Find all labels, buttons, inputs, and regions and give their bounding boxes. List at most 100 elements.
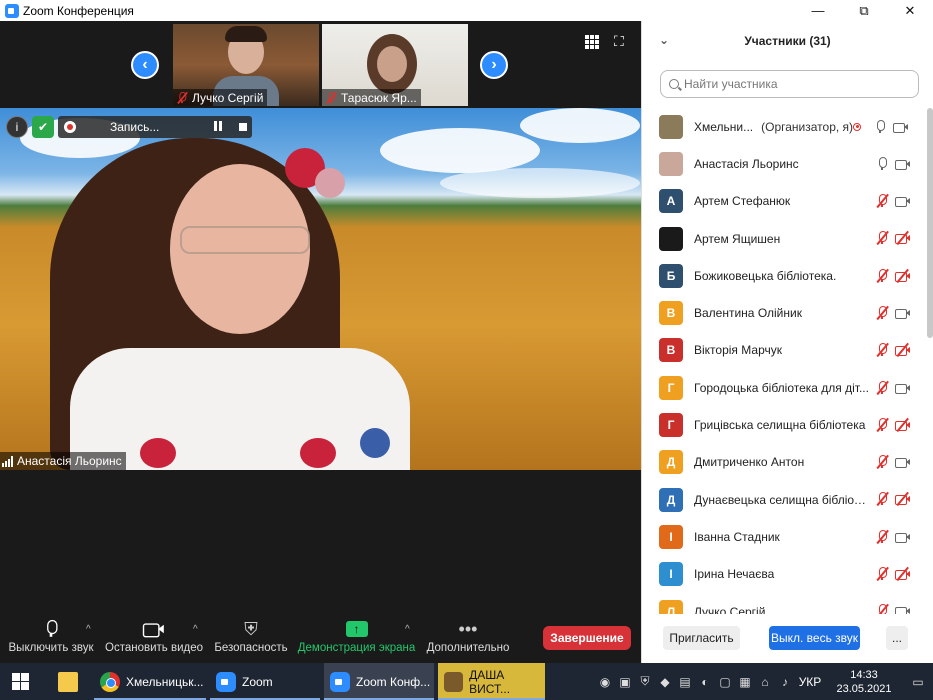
tray-app-icon[interactable]: ▢ — [715, 663, 735, 700]
video-camera-icon[interactable] — [893, 121, 909, 133]
minimize-button[interactable]: — — [795, 0, 841, 21]
thumbnail-strip: ‹ Лучко Сергій Тарасюк Яр... › ⛶ — [0, 21, 641, 108]
taskbar-item-photo[interactable]: ДАША ВИСТ... — [438, 663, 545, 700]
video-off-icon[interactable] — [895, 566, 911, 581]
gallery-view-icon[interactable] — [585, 35, 599, 49]
avatar — [659, 151, 683, 176]
file-explorer-button[interactable] — [52, 663, 84, 700]
participant-row[interactable]: І Іванна Стадник — [642, 518, 927, 555]
video-camera-icon[interactable] — [895, 307, 911, 319]
participant-row[interactable]: Б Божиковецька бібліотека. — [642, 257, 927, 294]
video-camera-icon[interactable] — [895, 158, 911, 170]
search-placeholder: Найти участника — [684, 77, 778, 91]
input-language[interactable]: УКР — [795, 675, 825, 689]
video-off-icon[interactable] — [895, 268, 911, 283]
tray-app-icon[interactable]: ▣ — [615, 663, 635, 700]
mic-muted-icon[interactable] — [875, 417, 889, 432]
participants-more-button[interactable]: ... — [886, 626, 908, 650]
tray-app-icon[interactable]: ◐ — [695, 663, 715, 700]
participant-row[interactable]: Л Лучко Сергій — [642, 593, 927, 614]
participant-row[interactable]: Хмельни... (Организатор, я) — [642, 108, 927, 145]
participant-row[interactable]: Артем Ящишен — [642, 220, 927, 257]
security-shield-icon[interactable]: ✔ — [32, 116, 54, 138]
video-camera-icon[interactable] — [895, 531, 911, 543]
end-meeting-button[interactable]: Завершение — [543, 626, 631, 650]
pause-recording-icon[interactable] — [214, 121, 222, 131]
participant-row[interactable]: Г Городоцька бібліотека для діт... — [642, 369, 927, 406]
avatar: Б — [659, 263, 683, 288]
audio-options-caret-icon[interactable]: ^ — [86, 624, 91, 635]
participant-thumbnail[interactable]: Тарасюк Яр... — [322, 24, 468, 106]
video-options-caret-icon[interactable]: ^ — [193, 624, 198, 635]
mic-muted-icon[interactable] — [875, 343, 889, 358]
tray-app-icon[interactable]: ◆ — [655, 663, 675, 700]
taskbar-item-zoom[interactable]: Zoom — [210, 663, 320, 700]
mic-muted-icon[interactable] — [875, 566, 889, 581]
participant-name-text: Городоцька бібліотека для діт... — [694, 380, 869, 395]
participant-row[interactable]: Г Грицівська селищна бібліотека — [642, 406, 927, 443]
fullscreen-icon[interactable]: ⛶ — [614, 34, 629, 49]
tray-app-icon[interactable]: ◉ — [595, 663, 615, 700]
notifications-icon[interactable]: ▭ — [903, 663, 933, 700]
share-label: Демонстрация экрана — [297, 642, 416, 654]
video-off-icon[interactable] — [895, 231, 911, 246]
participant-search-input[interactable]: Найти участника — [660, 70, 919, 98]
share-screen-button[interactable]: ↑ Демонстрация экрана — [297, 616, 416, 663]
next-page-button[interactable]: › — [480, 51, 508, 79]
mic-muted-icon[interactable] — [875, 492, 889, 507]
video-off-icon[interactable] — [895, 417, 911, 432]
windows-start-icon[interactable] — [0, 663, 40, 700]
video-off-icon[interactable] — [895, 492, 911, 507]
collapse-chevron-icon[interactable]: ⌄ — [659, 33, 669, 47]
participant-list-scrollbar[interactable] — [927, 108, 933, 338]
mute-button[interactable]: Выключить звук — [8, 616, 94, 663]
video-off-icon[interactable] — [895, 343, 911, 358]
mic-muted-icon[interactable] — [875, 305, 889, 320]
mic-muted-icon[interactable] — [875, 231, 889, 246]
participant-name-text: Вікторія Марчук — [694, 343, 782, 358]
stop-video-button[interactable]: Остановить видео — [105, 616, 203, 663]
stop-recording-icon[interactable] — [239, 123, 247, 131]
tray-shield-icon[interactable]: ⛨ — [635, 663, 655, 700]
recording-icon — [853, 122, 861, 131]
prev-page-button[interactable]: ‹ — [131, 51, 159, 79]
participant-name-text: Дмитриченко Антон — [694, 455, 805, 470]
tray-app-icon[interactable]: ▦ — [735, 663, 755, 700]
microphone-icon[interactable] — [875, 156, 889, 171]
tray-app-icon[interactable]: ▤ — [675, 663, 695, 700]
more-button[interactable]: ••• Дополнительно — [425, 616, 511, 663]
participant-row[interactable]: Д Дмитриченко Антон — [642, 444, 927, 481]
video-camera-icon[interactable] — [895, 605, 911, 614]
meeting-toolbar: Выключить звук ^ Остановить видео ^ ⛨ Бе… — [0, 616, 641, 663]
participant-row[interactable]: І Ірина Нечаєва — [642, 556, 927, 593]
network-icon[interactable]: ⌂ — [755, 663, 775, 700]
participant-row[interactable]: Анастасія Льоринс — [642, 145, 927, 182]
share-options-caret-icon[interactable]: ^ — [405, 624, 410, 635]
mic-muted-icon[interactable] — [875, 268, 889, 283]
mic-muted-icon[interactable] — [875, 193, 889, 208]
taskbar-item-chrome[interactable]: Хмельницьк... — [94, 663, 206, 700]
clock[interactable]: 14:33 23.05.2021 — [825, 668, 903, 696]
participant-thumbnail[interactable]: Лучко Сергій — [173, 24, 319, 106]
video-camera-icon[interactable] — [895, 382, 911, 394]
participant-row[interactable]: А Артем Стефанюк — [642, 183, 927, 220]
mic-muted-icon[interactable] — [875, 529, 889, 544]
security-button[interactable]: ⛨ Безопасность — [214, 616, 288, 663]
maximize-button[interactable]: ⧉ — [841, 0, 887, 21]
video-camera-icon[interactable] — [895, 456, 911, 469]
participant-row[interactable]: В Вікторія Марчук — [642, 332, 927, 369]
mute-all-button[interactable]: Выкл. весь звук — [769, 626, 860, 650]
participant-row[interactable]: Д Дунаєвецька селищна бібліоте... — [642, 481, 927, 518]
taskbar-item-zoom-meeting[interactable]: Zoom Конф... — [324, 663, 434, 700]
volume-icon[interactable]: ♪ — [775, 663, 795, 700]
speaker-name-tag: Анастасія Льоринс — [0, 452, 126, 470]
close-button[interactable]: ✕ — [887, 0, 933, 21]
mic-muted-icon[interactable] — [875, 604, 889, 614]
participant-row[interactable]: В Валентина Олійник — [642, 294, 927, 331]
video-camera-icon[interactable] — [895, 195, 911, 208]
mic-muted-icon[interactable] — [875, 380, 889, 395]
mic-muted-icon[interactable] — [875, 454, 889, 469]
microphone-icon[interactable] — [873, 119, 887, 134]
invite-button[interactable]: Пригласить — [663, 626, 740, 650]
info-icon[interactable]: i — [6, 116, 28, 138]
